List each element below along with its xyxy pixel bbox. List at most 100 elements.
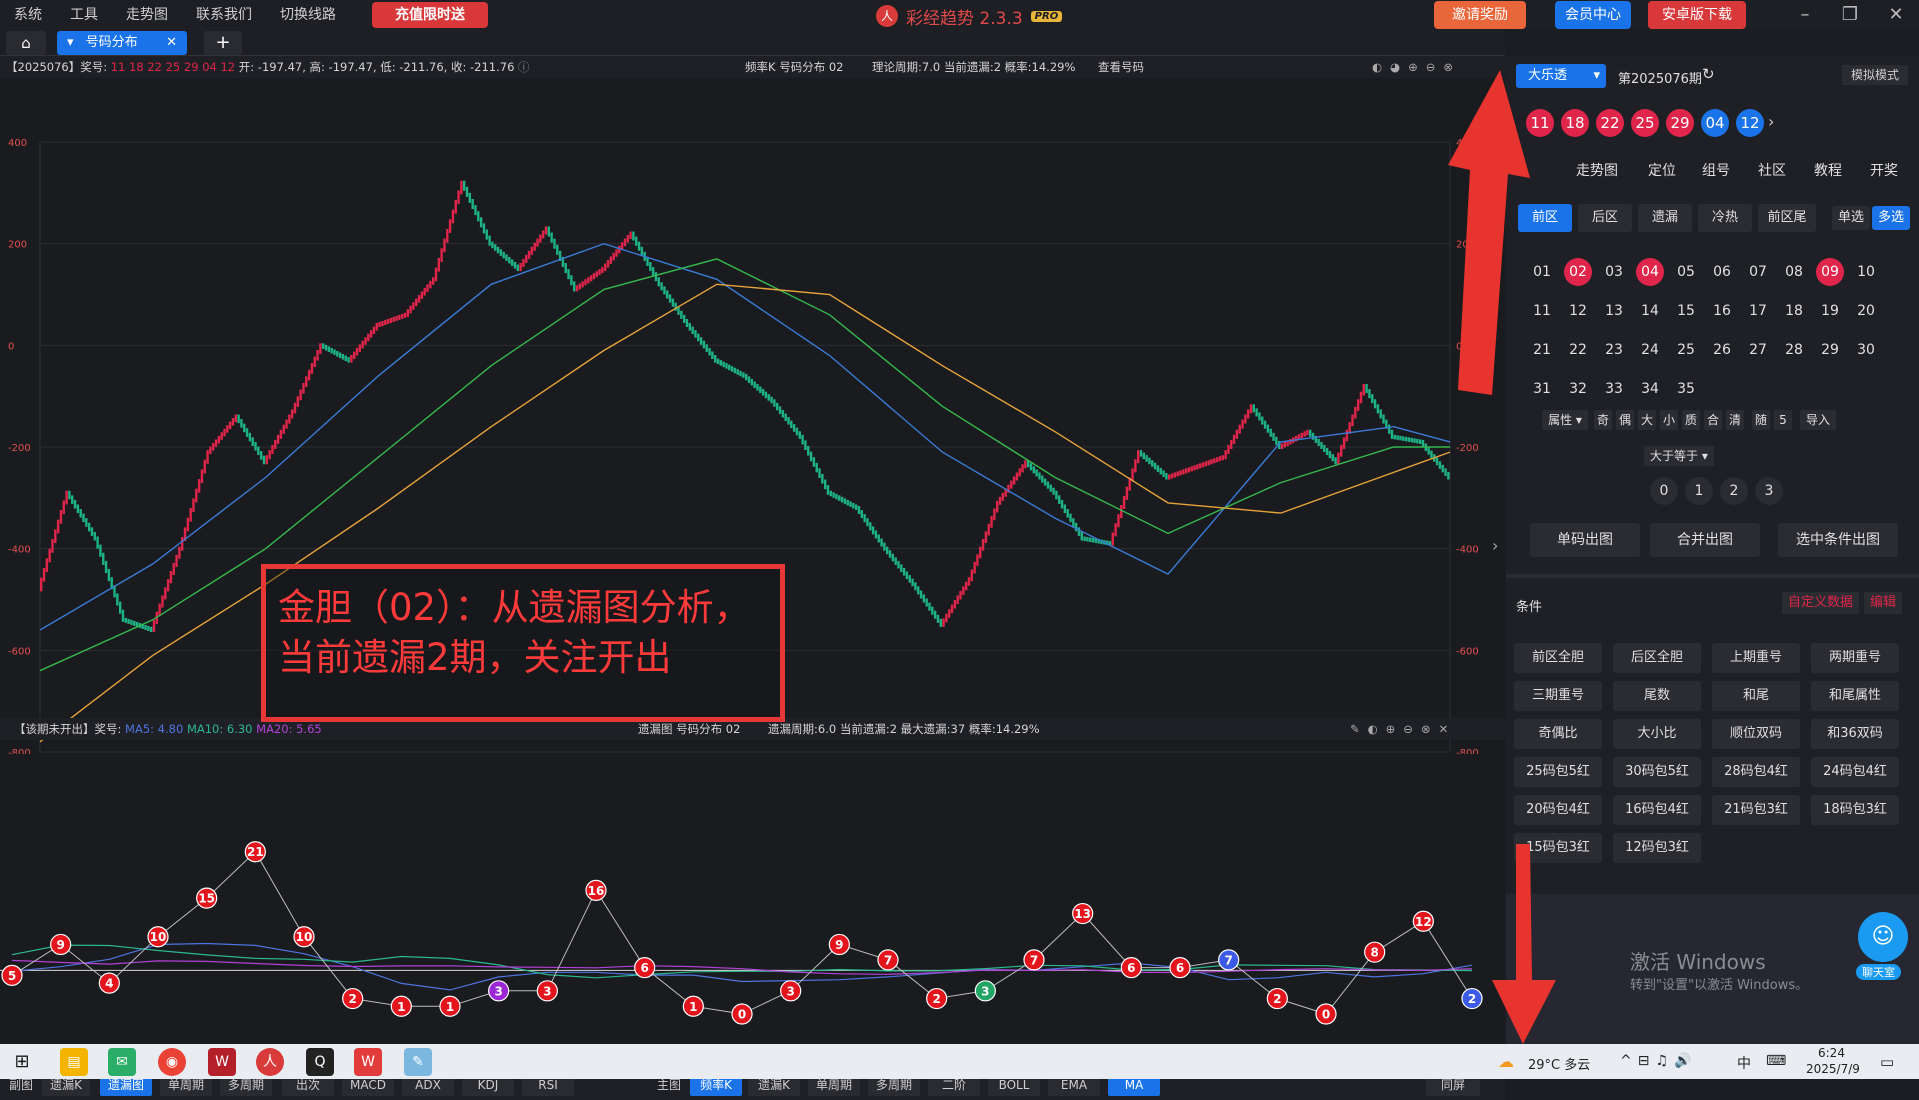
condition-button[interactable]: 和36双码 (1811, 719, 1899, 749)
restore-icon[interactable]: ❐ (1830, 2, 1870, 28)
tab-group[interactable]: 组号 (1702, 160, 1730, 180)
browser-icon[interactable]: ◉ (158, 1048, 186, 1076)
lower-controls-icon[interactable]: ✎◐⊕⊖⊗✕ (1350, 718, 1456, 740)
multi-select-button[interactable]: 多选 (1872, 206, 1910, 230)
number-ball-26[interactable]: 26 (1708, 336, 1736, 364)
number-ball-23[interactable]: 23 (1600, 336, 1628, 364)
condition-button[interactable]: 21码包3红 (1712, 795, 1800, 825)
tool-big[interactable]: 大 (1638, 410, 1656, 430)
edit-button[interactable]: 编辑 (1864, 592, 1903, 614)
menu-switch-line[interactable]: 切换线路 (266, 0, 350, 30)
tool-clear[interactable]: 清 (1726, 410, 1744, 430)
condition-button[interactable]: 顺位双码 (1712, 719, 1800, 749)
menu-trend[interactable]: 走势图 (112, 0, 182, 30)
number-ball-15[interactable]: 15 (1672, 297, 1700, 325)
number-ball-14[interactable]: 14 (1636, 297, 1664, 325)
file-explorer-icon[interactable]: ▤ (60, 1048, 88, 1076)
seg-back[interactable]: 后区 (1578, 204, 1632, 232)
lottery-app-icon[interactable]: 人 (256, 1048, 284, 1076)
condition-button[interactable]: 后区全胆 (1613, 643, 1701, 673)
tab-dropdown-icon[interactable]: ▾ (67, 35, 74, 50)
menu-system[interactable]: 系统 (0, 0, 56, 30)
seg-front-tail[interactable]: 前区尾 (1758, 204, 1816, 232)
condition-button[interactable]: 三期重号 (1514, 681, 1602, 711)
simulation-mode-button[interactable]: 模拟模式 (1842, 65, 1908, 85)
condition-button[interactable]: 两期重号 (1811, 643, 1899, 673)
seg-hot-cold[interactable]: 冷热 (1698, 204, 1752, 232)
condition-button[interactable]: 18码包3红 (1811, 795, 1899, 825)
condition-button[interactable]: 24码包4红 (1811, 757, 1899, 787)
ime-indicator[interactable]: 中 (1737, 1053, 1751, 1073)
qq-icon[interactable]: Q (306, 1048, 334, 1076)
tool-composite[interactable]: 合 (1704, 410, 1722, 430)
seg-omission[interactable]: 遗漏 (1638, 204, 1692, 232)
tool-prime[interactable]: 质 (1682, 410, 1700, 430)
custom-data-button[interactable]: 自定义数据 (1782, 592, 1860, 614)
number-ball-19[interactable]: 19 (1816, 297, 1844, 325)
number-ball-30[interactable]: 30 (1852, 336, 1880, 364)
app-icon[interactable]: W (208, 1048, 236, 1076)
clock-date[interactable]: 2025/7/9 (1806, 1062, 1860, 1076)
number-ball-33[interactable]: 33 (1600, 375, 1628, 403)
compare-dropdown[interactable]: 大于等于 ▾ (1644, 446, 1714, 466)
member-center-button[interactable]: 会员中心 (1555, 1, 1631, 29)
add-tab-button[interactable]: + (204, 31, 242, 55)
digit-option[interactable]: 3 (1755, 477, 1783, 505)
home-tab[interactable]: ⌂ (6, 31, 46, 55)
tool-import[interactable]: 导入 (1800, 410, 1836, 430)
tool-random-count[interactable]: 5 (1774, 410, 1792, 430)
keyboard-icon[interactable]: ⌨ (1766, 1053, 1786, 1069)
tab-close-icon[interactable]: ✕ (166, 31, 177, 55)
condition-button[interactable]: 和尾 (1712, 681, 1800, 711)
condition-button[interactable]: 和尾属性 (1811, 681, 1899, 711)
weather-icon[interactable]: ☁ (1498, 1052, 1514, 1071)
number-ball-17[interactable]: 17 (1744, 297, 1772, 325)
close-icon[interactable]: ✕ (1876, 2, 1916, 28)
minimize-icon[interactable]: – (1785, 2, 1825, 28)
menu-contact[interactable]: 联系我们 (182, 0, 266, 30)
refresh-icon[interactable]: ↻ (1702, 65, 1715, 83)
number-ball-10[interactable]: 10 (1852, 258, 1880, 286)
number-ball-06[interactable]: 06 (1708, 258, 1736, 286)
digit-option[interactable]: 2 (1720, 477, 1748, 505)
merge-chart-button[interactable]: 合并出图 (1650, 523, 1760, 557)
tool-random[interactable]: 随 (1752, 410, 1770, 430)
digit-option[interactable]: 0 (1650, 477, 1678, 505)
android-download-button[interactable]: 安卓版下载 (1648, 1, 1746, 29)
number-ball-04[interactable]: 04 (1636, 258, 1664, 286)
condition-button[interactable]: 前区全胆 (1514, 643, 1602, 673)
number-ball-18[interactable]: 18 (1780, 297, 1808, 325)
tab-position[interactable]: 定位 (1648, 160, 1676, 180)
chat-icon[interactable]: ☺ (1858, 912, 1908, 962)
notification-icon[interactable]: ▭ (1880, 1053, 1894, 1071)
windows-start-icon[interactable]: ⊞ (8, 1048, 36, 1076)
weather-text[interactable]: 29°C 多云 (1528, 1054, 1590, 1073)
number-ball-28[interactable]: 28 (1780, 336, 1808, 364)
tool-even[interactable]: 偶 (1616, 410, 1634, 430)
menu-tools[interactable]: 工具 (56, 0, 112, 30)
number-ball-08[interactable]: 08 (1780, 258, 1808, 286)
recharge-button[interactable]: 充值限时送 (372, 2, 488, 28)
condition-button[interactable]: 16码包4红 (1613, 795, 1701, 825)
view-numbers-link[interactable]: 查看号码 (1098, 56, 1144, 78)
invite-button[interactable]: 邀请奖励 (1434, 1, 1526, 29)
number-ball-25[interactable]: 25 (1672, 336, 1700, 364)
number-ball-35[interactable]: 35 (1672, 375, 1700, 403)
number-ball-34[interactable]: 34 (1636, 375, 1664, 403)
tool-odd[interactable]: 奇 (1594, 410, 1612, 430)
condition-button[interactable]: 奇偶比 (1514, 719, 1602, 749)
condition-button[interactable]: 12码包3红 (1613, 833, 1701, 863)
number-ball-07[interactable]: 07 (1744, 258, 1772, 286)
number-ball-09[interactable]: 09 (1816, 258, 1844, 286)
number-ball-13[interactable]: 13 (1600, 297, 1628, 325)
number-ball-27[interactable]: 27 (1744, 336, 1772, 364)
condition-button[interactable]: 25码包5红 (1514, 757, 1602, 787)
number-ball-03[interactable]: 03 (1600, 258, 1628, 286)
condition-button[interactable]: 30码包5红 (1613, 757, 1701, 787)
number-ball-20[interactable]: 20 (1852, 297, 1880, 325)
digit-option[interactable]: 1 (1685, 477, 1713, 505)
condition-button[interactable]: 上期重号 (1712, 643, 1800, 673)
wps-icon[interactable]: W (354, 1048, 382, 1076)
chat-room-label[interactable]: 聊天室 (1856, 964, 1901, 980)
number-ball-16[interactable]: 16 (1708, 297, 1736, 325)
